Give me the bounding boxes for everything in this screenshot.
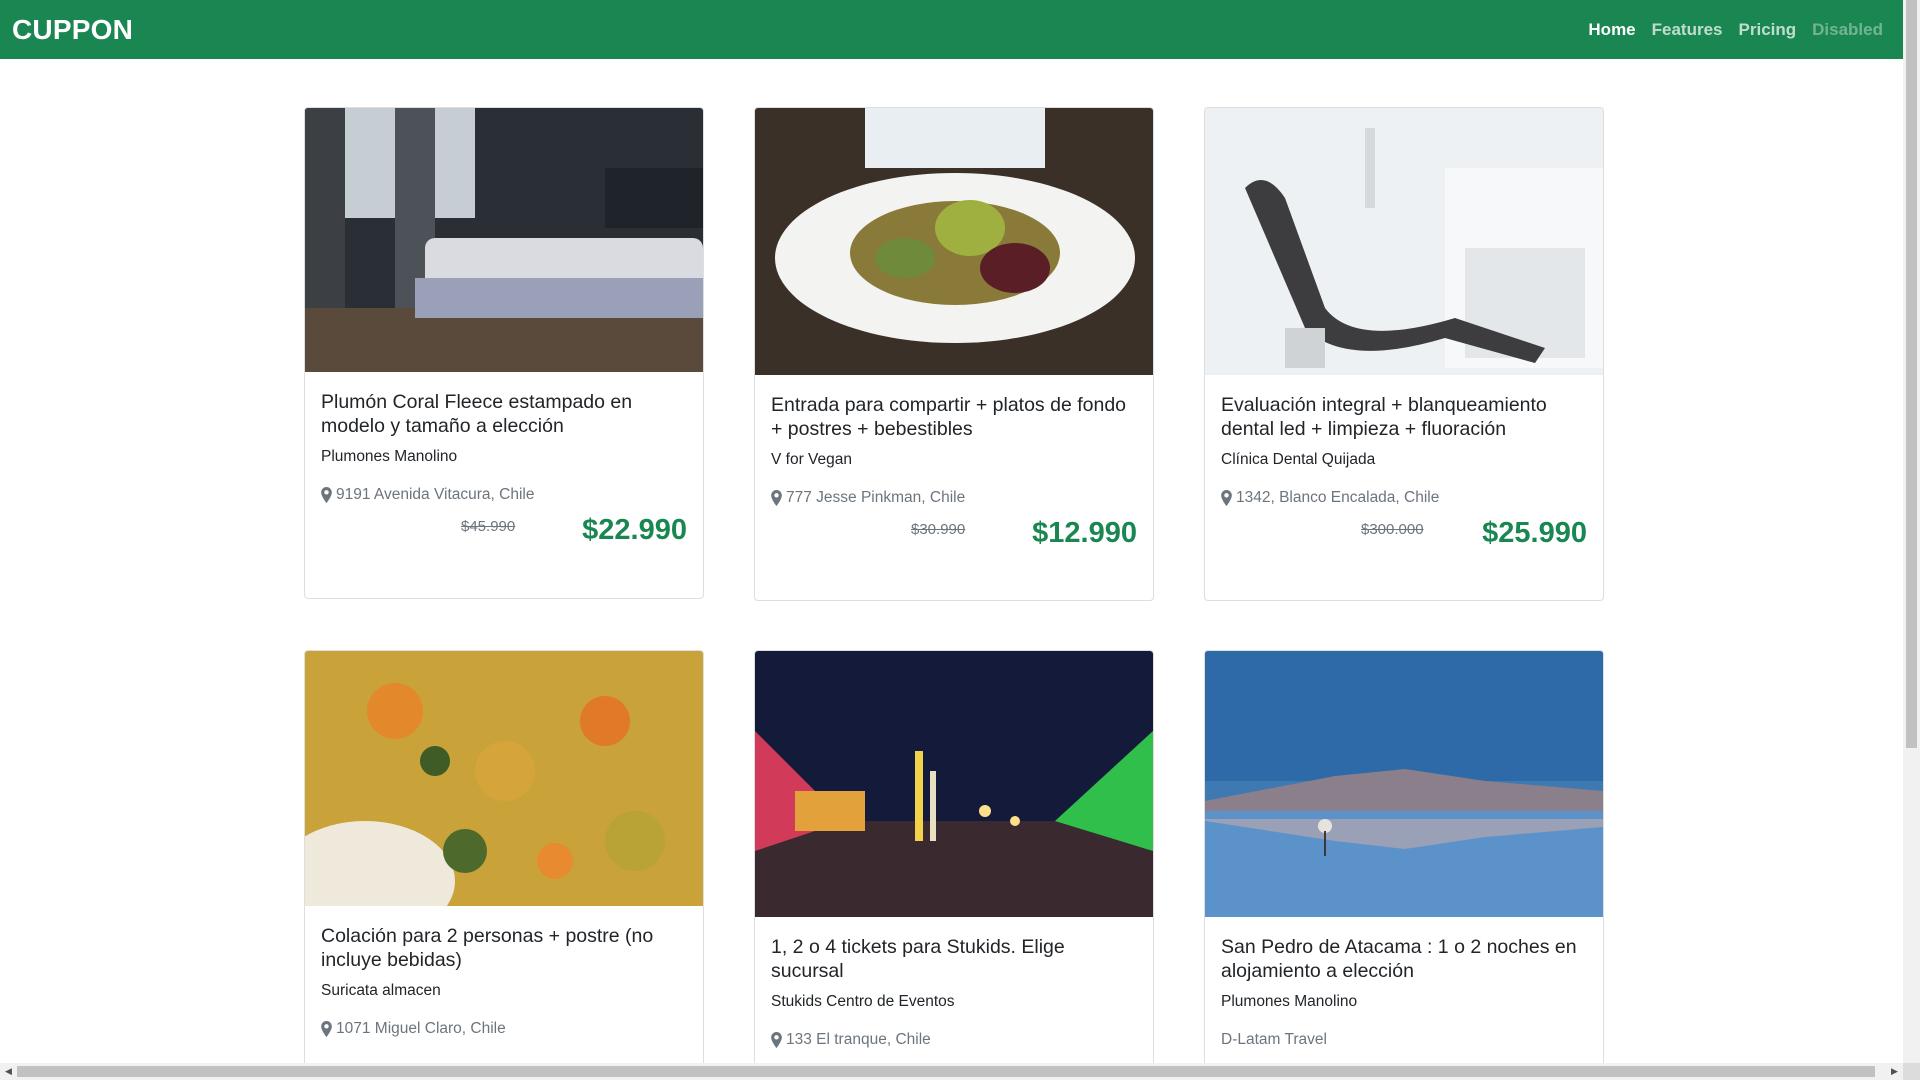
deal-card[interactable]: 1, 2 o 4 tickets para Stukids. Elige suc… bbox=[754, 650, 1154, 1070]
map-pin-icon bbox=[321, 487, 332, 503]
carnival-photo[interactable] bbox=[755, 651, 1153, 917]
deal-location: 1071 Miguel Claro, Chile bbox=[321, 1020, 687, 1038]
deal-card[interactable]: Plumón Coral Fleece estampado en modelo … bbox=[304, 107, 704, 599]
horizontal-scrollbar[interactable]: ◀ ▶ bbox=[0, 1063, 1903, 1080]
map-pin-icon bbox=[771, 490, 782, 506]
deal-old-price: $300.000 bbox=[1361, 521, 1424, 538]
deal-old-price: $30.990 bbox=[911, 521, 966, 538]
deal-vendor: Suricata almacen bbox=[321, 982, 441, 999]
deal-title[interactable]: Plumón Coral Fleece estampado en modelo … bbox=[321, 390, 687, 438]
flamingo-lake-photo[interactable] bbox=[1205, 651, 1603, 917]
brand-logo[interactable]: CUPPON bbox=[12, 0, 133, 59]
nav-link-pricing[interactable]: Pricing bbox=[1739, 20, 1797, 40]
deal-location-text: D-Latam Travel bbox=[1221, 1031, 1327, 1048]
map-pin-icon bbox=[1221, 490, 1232, 506]
deal-title[interactable]: Colación para 2 personas + postre (no in… bbox=[321, 924, 687, 972]
deal-price: $25.990 bbox=[1482, 517, 1587, 549]
deal-vendor: Plumones Manolino bbox=[321, 448, 458, 465]
map-pin-icon bbox=[771, 1032, 782, 1048]
deal-location: 133 El tranque, Chile bbox=[771, 1031, 1137, 1049]
deal-title[interactable]: Entrada para compartir + platos de fondo… bbox=[771, 393, 1137, 441]
nav-link-features[interactable]: Features bbox=[1652, 20, 1723, 40]
vertical-scrollbar[interactable] bbox=[1903, 0, 1920, 1063]
deal-location: 9191 Avenida Vitacura, Chile bbox=[321, 486, 687, 504]
nav-link-disabled: Disabled bbox=[1812, 19, 1883, 39]
deal-vendor: Plumones Manolino bbox=[1221, 993, 1358, 1010]
deal-price: $12.990 bbox=[1032, 517, 1137, 549]
deal-location: 777 Jesse Pinkman, Chile bbox=[771, 489, 1137, 507]
deal-location: 1342, Blanco Encalada, Chile bbox=[1221, 489, 1587, 507]
vertical-scrollbar-thumb[interactable] bbox=[1906, 0, 1917, 748]
map-pin-icon bbox=[321, 1021, 332, 1037]
deal-location-text: 1342, Blanco Encalada, Chile bbox=[1236, 489, 1440, 506]
nav-links: Home Features Pricing Disabled bbox=[1588, 0, 1883, 59]
scroll-left-arrow-icon[interactable]: ◀ bbox=[0, 1063, 17, 1080]
deal-vendor: Clínica Dental Quijada bbox=[1221, 451, 1376, 468]
deal-location-text: 1071 Miguel Claro, Chile bbox=[336, 1020, 506, 1037]
nav-link-home[interactable]: Home bbox=[1588, 20, 1635, 40]
navbar: CUPPON Home Features Pricing Disabled bbox=[0, 0, 1903, 59]
horizontal-scrollbar-thumb[interactable] bbox=[17, 1066, 1875, 1077]
dental-chair-photo[interactable] bbox=[1205, 108, 1603, 375]
deal-title[interactable]: San Pedro de Atacama : 1 o 2 noches en a… bbox=[1221, 935, 1587, 983]
scrollbar-corner bbox=[1903, 1063, 1920, 1080]
deal-location-text: 9191 Avenida Vitacura, Chile bbox=[336, 486, 535, 503]
deal-location-text: 777 Jesse Pinkman, Chile bbox=[786, 489, 966, 506]
deal-card[interactable]: Evaluación integral + blanqueamiento den… bbox=[1204, 107, 1604, 601]
food-dish-photo[interactable] bbox=[305, 651, 703, 906]
deal-vendor: V for Vegan bbox=[771, 451, 853, 468]
scroll-right-arrow-icon[interactable]: ▶ bbox=[1886, 1063, 1903, 1080]
deal-location-text: 133 El tranque, Chile bbox=[786, 1031, 931, 1048]
deal-price: $22.990 bbox=[582, 514, 687, 546]
deal-card[interactable]: Entrada para compartir + platos de fondo… bbox=[754, 107, 1154, 601]
deal-old-price: $45.990 bbox=[461, 518, 516, 535]
deal-title[interactable]: 1, 2 o 4 tickets para Stukids. Elige suc… bbox=[771, 935, 1137, 983]
deal-title[interactable]: Evaluación integral + blanqueamiento den… bbox=[1221, 393, 1587, 441]
deal-card[interactable]: San Pedro de Atacama : 1 o 2 noches en a… bbox=[1204, 650, 1604, 1070]
deal-vendor: Stukids Centro de Eventos bbox=[771, 993, 955, 1010]
bedroom-photo[interactable] bbox=[305, 108, 703, 372]
deal-location: D-Latam Travel bbox=[1221, 1031, 1587, 1049]
vegan-salad-photo[interactable] bbox=[755, 108, 1153, 375]
deal-card[interactable]: Colación para 2 personas + postre (no in… bbox=[304, 650, 704, 1070]
